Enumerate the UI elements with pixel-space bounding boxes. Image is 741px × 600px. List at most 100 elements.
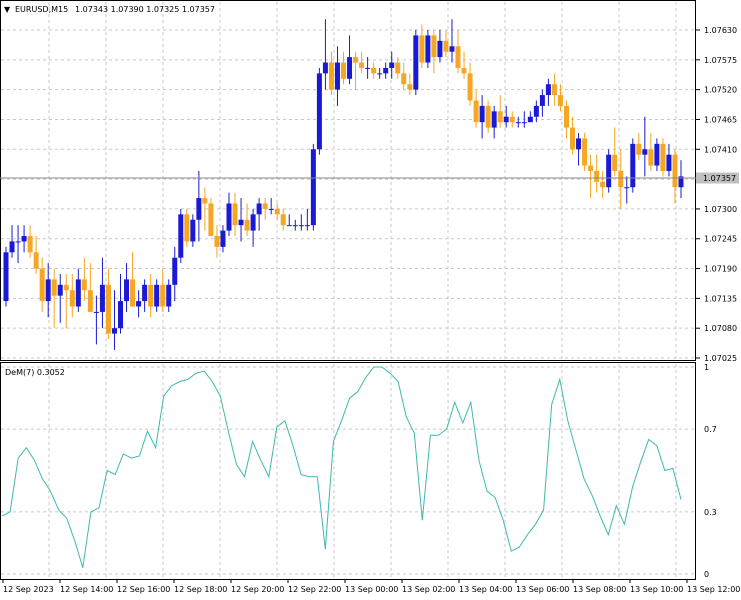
candle-body <box>545 84 551 96</box>
candle <box>413 30 419 96</box>
candle-body <box>413 35 419 90</box>
candle <box>93 295 99 345</box>
dem-line-series <box>1 366 682 568</box>
candle-body <box>15 241 21 243</box>
candle <box>262 198 268 220</box>
candle-body <box>27 236 33 253</box>
candle <box>660 138 666 177</box>
candle <box>286 214 292 227</box>
candle-body <box>636 143 642 155</box>
candle <box>39 257 45 312</box>
price-tick-label: 1.07135 <box>704 294 737 303</box>
candle-body <box>383 67 389 74</box>
candle <box>630 138 636 193</box>
candle <box>437 30 443 63</box>
candle <box>551 73 557 106</box>
candle <box>27 225 33 258</box>
candle <box>539 89 545 117</box>
candle-body <box>63 284 69 291</box>
candle-body <box>298 225 304 227</box>
candle <box>497 95 503 128</box>
candle <box>172 246 178 302</box>
price-tick-label: 1.07520 <box>704 86 737 95</box>
candle-body <box>612 154 618 171</box>
time-tick-label: 13 Sep 12:00 <box>687 585 740 594</box>
candle-body <box>105 284 111 334</box>
candle-body <box>606 154 612 188</box>
time-tick-label: 13 Sep 00:00 <box>345 585 398 594</box>
time-tick-label: 12 Sep 20:00 <box>231 585 284 594</box>
time-tick-label: 12 Sep 14:00 <box>60 585 113 594</box>
candle <box>461 51 467 79</box>
candle-body <box>557 95 563 106</box>
candle <box>648 133 654 171</box>
candle <box>479 95 485 139</box>
price-tick-label: 1.07300 <box>704 205 737 214</box>
price-tick-label: 1.07465 <box>704 115 737 124</box>
candle <box>69 273 75 318</box>
candle <box>244 203 250 237</box>
candle <box>359 51 365 74</box>
candle <box>395 57 401 79</box>
candle <box>371 62 377 79</box>
candle <box>624 176 630 204</box>
candle <box>334 46 340 106</box>
price-tick-label: 1.07025 <box>704 354 737 363</box>
candle-body <box>304 225 310 227</box>
candle-body <box>660 143 666 171</box>
candle-body <box>648 149 654 166</box>
candle-body <box>443 40 449 52</box>
candle-body <box>407 84 413 90</box>
candle-body <box>624 187 630 189</box>
candle <box>636 133 642 161</box>
candle <box>341 51 346 85</box>
candle-body <box>666 154 672 171</box>
candle-body <box>87 290 93 312</box>
candle <box>45 263 51 318</box>
candle-body <box>389 62 395 68</box>
chart-menu-arrow-icon[interactable]: ▼ <box>4 5 11 14</box>
candle <box>15 225 21 264</box>
candle <box>226 192 232 237</box>
indicator-frame <box>0 362 696 580</box>
candle-body <box>551 84 557 96</box>
candle-body <box>130 279 136 307</box>
candle-body <box>588 165 594 171</box>
candle <box>594 154 600 193</box>
candle-body <box>310 149 316 226</box>
candle <box>136 290 142 318</box>
indicator-tick-label: 0.7 <box>704 425 717 434</box>
candle-body <box>21 236 27 242</box>
candle <box>377 67 383 79</box>
candle-body <box>208 203 214 237</box>
candle <box>467 62 473 106</box>
indicator-grid <box>1 364 695 579</box>
candle <box>473 89 479 128</box>
candle-body <box>280 214 286 226</box>
candle <box>383 62 389 79</box>
candle-body <box>618 170 624 188</box>
candle-body <box>238 219 244 226</box>
time-tick-label: 12 Sep 16:00 <box>117 585 170 594</box>
candle <box>214 225 220 258</box>
candle <box>563 100 569 139</box>
indicator-title: DeM(7) 0.3052 <box>5 368 65 377</box>
candle <box>111 290 117 350</box>
candle <box>118 273 124 334</box>
candle <box>328 51 334 96</box>
candle-body <box>359 62 365 68</box>
candle <box>292 219 298 231</box>
candle <box>407 73 413 96</box>
candle-body <box>353 57 359 63</box>
time-tick-label: 13 Sep 04:00 <box>459 585 512 594</box>
candle-body <box>473 100 479 123</box>
candle <box>250 208 256 247</box>
chart-window[interactable]: 1.07630 1.07575 1.07520 1.07465 1.07410 1.073… <box>0 0 741 600</box>
candle <box>9 225 15 258</box>
candle-body <box>527 116 533 123</box>
candle-body <box>515 122 521 124</box>
indicator-axis: 1 0.7 0.3 0 <box>704 363 717 579</box>
candle <box>419 24 425 68</box>
price-tick-label: 1.07410 <box>704 145 737 154</box>
ohlc-values: 1.07343 1.07390 1.07325 1.07357 <box>75 5 215 14</box>
